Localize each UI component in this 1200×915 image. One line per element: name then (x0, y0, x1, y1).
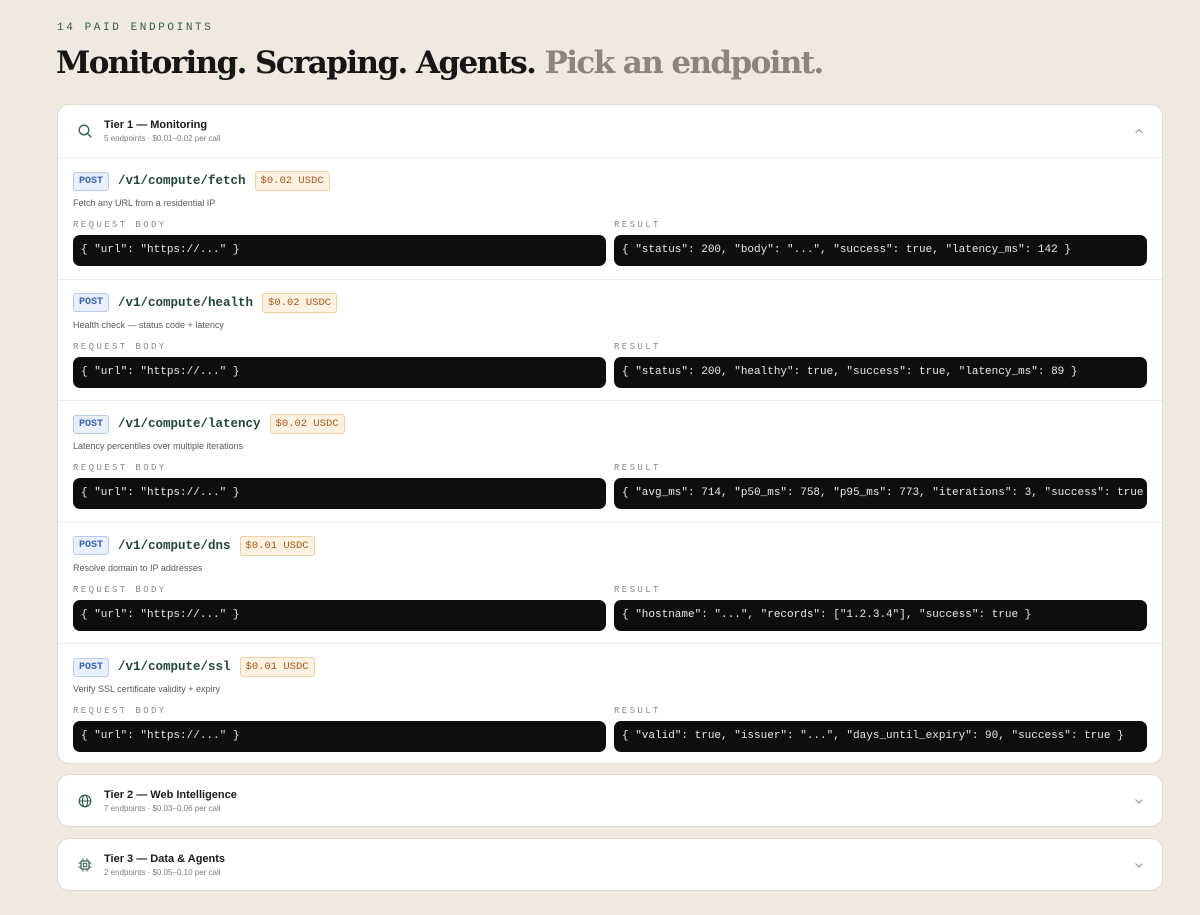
tier-subtitle: 5 endpoints · $0.01–0.02 per call (104, 134, 221, 143)
endpoint-description: Health check — status code + latency (73, 319, 224, 330)
tier-2-header[interactable]: Tier 2 — Web Intelligence 7 endpoints · … (58, 775, 1162, 826)
method-badge: POST (73, 171, 110, 191)
result-label: RESULT (614, 220, 661, 230)
endpoint-path[interactable]: /v1/compute/health (118, 296, 253, 310)
endpoint-path[interactable]: /v1/compute/ssl (118, 660, 231, 674)
request-body-code[interactable]: { "url": "https://..." } (73, 356, 606, 388)
endpoint-description: Resolve domain to IP addresses (73, 562, 203, 573)
price-badge: $0.02 USDC (269, 414, 345, 434)
method-badge: POST (73, 414, 110, 434)
result-label: RESULT (614, 706, 661, 716)
search-icon (78, 124, 92, 138)
endpoint-description: Fetch any URL from a residential IP (73, 198, 216, 208)
request-body-code[interactable]: { "url": "https://..." } (73, 478, 606, 509)
section-eyebrow: 14 PAID ENDPOINTS (57, 22, 214, 34)
chip-icon (78, 858, 92, 872)
request-body-label: REQUEST BODY (73, 220, 167, 230)
chevron-down-icon[interactable] (1133, 795, 1145, 807)
endpoint-row: POST /v1/compute/latency $0.02 USDC Late… (58, 400, 1162, 522)
tier-1-panel: Tier 1 — Monitoring 5 endpoints · $0.01–… (57, 104, 1163, 764)
result-code[interactable]: { "valid": true, "issuer": "...", "days_… (614, 721, 1147, 752)
tier-subtitle: 2 endpoints · $0.05–0.10 per call (104, 868, 221, 877)
headline-secondary: Pick an endpoint. (544, 45, 825, 81)
endpoint-path[interactable]: /v1/compute/latency (118, 417, 261, 431)
result-code[interactable]: { "hostname": "...", "records": ["1.2.3.… (614, 599, 1147, 631)
method-badge: POST (73, 536, 110, 555)
headline-primary: Monitoring. Scraping. Agents. (56, 45, 537, 81)
request-body-label: REQUEST BODY (73, 463, 167, 473)
result-code[interactable]: { "status": 200, "healthy": true, "succe… (614, 356, 1147, 388)
chevron-up-icon[interactable] (1133, 125, 1145, 137)
endpoint-row: POST /v1/compute/dns $0.01 USDC Resolve … (58, 521, 1162, 644)
tier-1-header[interactable]: Tier 1 — Monitoring 5 endpoints · $0.01–… (58, 105, 1162, 157)
tier-title: Tier 1 — Monitoring (104, 119, 208, 131)
chevron-down-icon[interactable] (1133, 859, 1145, 871)
result-label: RESULT (614, 584, 661, 595)
tier-title: Tier 2 — Web Intelligence (104, 789, 237, 801)
page-title: Monitoring. Scraping. Agents. Pick an en… (56, 42, 825, 84)
endpoint-row: POST /v1/compute/ssl $0.01 USDC Verify S… (58, 643, 1162, 763)
price-badge: $0.02 USDC (254, 171, 330, 191)
endpoint-row: POST /v1/compute/health $0.02 USDC Healt… (58, 278, 1162, 401)
tier-subtitle: 7 endpoints · $0.03–0.06 per call (104, 804, 221, 813)
request-body-code[interactable]: { "url": "https://..." } (73, 721, 606, 752)
result-label: RESULT (614, 463, 661, 473)
price-badge: $0.01 USDC (239, 535, 315, 556)
endpoint-description: Latency percentiles over multiple iterat… (73, 441, 244, 451)
result-code[interactable]: { "avg_ms": 714, "p50_ms": 758, "p95_ms"… (614, 478, 1147, 509)
request-body-code[interactable]: { "url": "https://..." } (73, 235, 606, 266)
tier-3-header[interactable]: Tier 3 — Data & Agents 2 endpoints · $0.… (58, 839, 1162, 890)
tier-3-panel[interactable]: Tier 3 — Data & Agents 2 endpoints · $0.… (57, 838, 1163, 891)
request-body-label: REQUEST BODY (73, 706, 167, 716)
request-body-label: REQUEST BODY (73, 341, 167, 352)
tier-title: Tier 3 — Data & Agents (104, 853, 226, 865)
result-code[interactable]: { "status": 200, "body": "...", "success… (614, 235, 1147, 266)
endpoint-path[interactable]: /v1/compute/dns (118, 539, 231, 553)
globe-icon (78, 794, 92, 808)
method-badge: POST (73, 293, 110, 312)
endpoint-row: POST /v1/compute/fetch $0.02 USDC Fetch … (58, 157, 1162, 279)
price-badge: $0.02 USDC (262, 292, 338, 313)
endpoint-path[interactable]: /v1/compute/fetch (118, 174, 246, 188)
request-body-label: REQUEST BODY (73, 584, 167, 595)
request-body-code[interactable]: { "url": "https://..." } (73, 599, 606, 631)
result-label: RESULT (614, 341, 661, 352)
method-badge: POST (73, 657, 110, 677)
tier-2-panel[interactable]: Tier 2 — Web Intelligence 7 endpoints · … (57, 774, 1163, 827)
endpoint-description: Verify SSL certificate validity + expiry (73, 684, 220, 694)
price-badge: $0.01 USDC (239, 657, 315, 677)
